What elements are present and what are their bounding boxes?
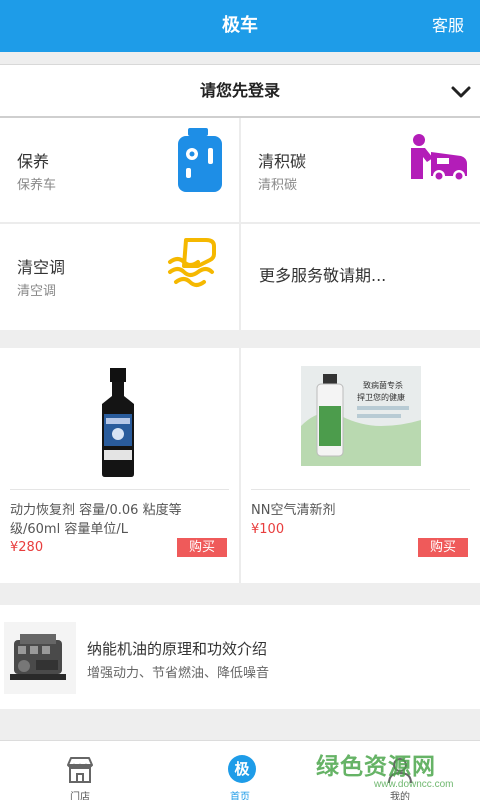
tab-label: 首页 bbox=[230, 792, 250, 800]
product-divider bbox=[10, 489, 229, 490]
product-divider bbox=[251, 489, 470, 490]
svg-text:捍卫您的健康: 捍卫您的健康 bbox=[357, 392, 405, 402]
service-name: 清空调 bbox=[17, 258, 66, 277]
store-icon bbox=[67, 757, 93, 783]
home-logo-icon: 极 bbox=[228, 755, 256, 783]
product-card[interactable]: 致病菌专杀 捍卫您的健康 NN空气清新剂 ¥100 购买 bbox=[241, 348, 480, 583]
article-item[interactable]: 纳能机油的原理和功效介绍 增强动力、节省燃油、降低噪音 bbox=[0, 605, 480, 709]
chevron-down-icon[interactable] bbox=[450, 81, 472, 103]
article-title: 纳能机油的原理和功效介绍 bbox=[87, 640, 268, 658]
service-subtitle: 保养车 bbox=[17, 178, 57, 193]
tab-mine[interactable]: 我的 bbox=[320, 741, 480, 800]
tab-label: 门店 bbox=[70, 792, 90, 800]
tab-store[interactable]: 门店 bbox=[0, 741, 160, 800]
product-name: NN空气清新剂 bbox=[251, 503, 336, 518]
service-ac-cleaning[interactable]: 清空调 清空调 bbox=[0, 224, 239, 329]
article-subtitle: 增强动力、节省燃油、降低噪音 bbox=[87, 666, 270, 681]
tab-home[interactable]: 极 首页 bbox=[160, 741, 320, 800]
air-conditioner-icon bbox=[168, 238, 216, 287]
bottom-tab-bar: 门店 极 首页 我的 bbox=[0, 740, 480, 800]
more-services-text: 更多服务敬请期... bbox=[259, 266, 387, 285]
app-header: 极车 客服 bbox=[0, 0, 480, 52]
product-card[interactable]: 动力恢复剂 容量/0.06 粘度等级/60ml 容量单位/L ¥280 购买 bbox=[0, 348, 239, 583]
oil-canister-icon bbox=[178, 128, 222, 192]
buy-button[interactable]: 购买 bbox=[177, 538, 227, 557]
login-prompt-text: 请您先登录 bbox=[199, 81, 280, 100]
product-image-air-freshener: 致病菌专杀 捍卫您的健康 bbox=[301, 366, 421, 466]
service-more: 更多服务敬请期... bbox=[241, 224, 480, 329]
service-subtitle: 清积碳 bbox=[258, 178, 298, 193]
product-image-bottle bbox=[102, 368, 134, 477]
customer-service-button[interactable]: 客服 bbox=[432, 0, 464, 52]
service-maintenance[interactable]: 保养 保养车 bbox=[0, 118, 239, 223]
product-price: ¥100 bbox=[251, 522, 285, 537]
page-title: 极车 bbox=[222, 15, 258, 36]
product-price: ¥280 bbox=[10, 540, 44, 555]
svg-text:致病菌专杀: 致病菌专杀 bbox=[363, 380, 403, 390]
article-thumbnail-engine bbox=[4, 622, 76, 694]
service-name: 清积碳 bbox=[258, 152, 307, 171]
buy-button[interactable]: 购买 bbox=[418, 538, 468, 557]
grid-divider-horizontal bbox=[0, 222, 480, 224]
service-subtitle: 清空调 bbox=[17, 284, 57, 299]
product-divider-vertical bbox=[239, 348, 241, 583]
login-prompt-bar[interactable]: 请您先登录 bbox=[0, 64, 480, 118]
car-mechanic-icon bbox=[411, 134, 467, 182]
user-icon bbox=[388, 758, 412, 784]
service-carbon-cleaning[interactable]: 清积碳 清积碳 bbox=[241, 118, 480, 223]
service-name: 保养 bbox=[17, 152, 50, 171]
grid-divider-vertical bbox=[239, 118, 241, 330]
tab-label: 我的 bbox=[390, 792, 410, 800]
product-name: 动力恢复剂 容量/0.06 粘度等级/60ml 容量单位/L bbox=[10, 503, 182, 537]
